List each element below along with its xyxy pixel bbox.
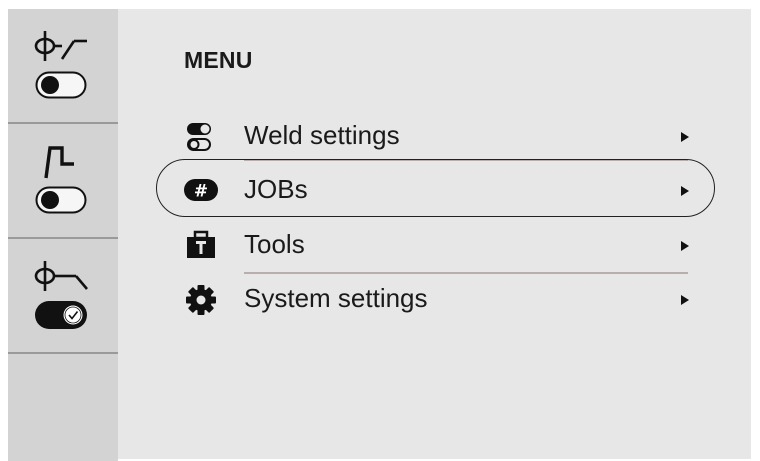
- menu-item-jobs[interactable]: # JOBs: [178, 167, 698, 217]
- chevron-right-icon: [681, 186, 689, 196]
- screen: MENU Weld settings # JOBs Tools System s…: [8, 9, 751, 461]
- chevron-right-icon: [681, 241, 689, 251]
- hash-tag-icon: #: [184, 179, 218, 202]
- process-symbol-rising-icon: [34, 31, 87, 61]
- chevron-right-icon: [681, 132, 689, 142]
- gear-icon: [186, 285, 216, 315]
- toggle-settings-icon: [187, 123, 211, 151]
- sidebar-divider: [8, 352, 118, 354]
- sidebar-item-pulse[interactable]: [8, 124, 118, 237]
- toggle-off-icon[interactable]: [35, 186, 87, 214]
- pulse-wave-icon: [44, 146, 74, 179]
- sidebar-item-process-rising[interactable]: [8, 9, 118, 122]
- sidebar-item-process-falling[interactable]: [8, 239, 118, 352]
- sidebar: [8, 9, 118, 461]
- menu-title: MENU: [184, 47, 253, 73]
- chevron-right-icon: [681, 295, 689, 305]
- menu-item-label: JOBs: [244, 174, 308, 204]
- svg-text:#: #: [194, 182, 208, 202]
- menu-item-label: Weld settings: [244, 120, 400, 150]
- menu-item-weld-settings[interactable]: Weld settings: [178, 113, 698, 163]
- toolbox-icon: [187, 230, 215, 258]
- toggle-off-icon[interactable]: [35, 71, 87, 99]
- process-symbol-falling-icon: [34, 261, 88, 291]
- menu-item-label: Tools: [244, 229, 305, 259]
- menu-item-tools[interactable]: Tools: [178, 222, 698, 272]
- menu-separator: [244, 272, 688, 274]
- menu-item-label: System settings: [244, 283, 428, 313]
- toggle-on-icon[interactable]: [35, 301, 87, 329]
- menu-item-system-settings[interactable]: System settings: [178, 276, 698, 326]
